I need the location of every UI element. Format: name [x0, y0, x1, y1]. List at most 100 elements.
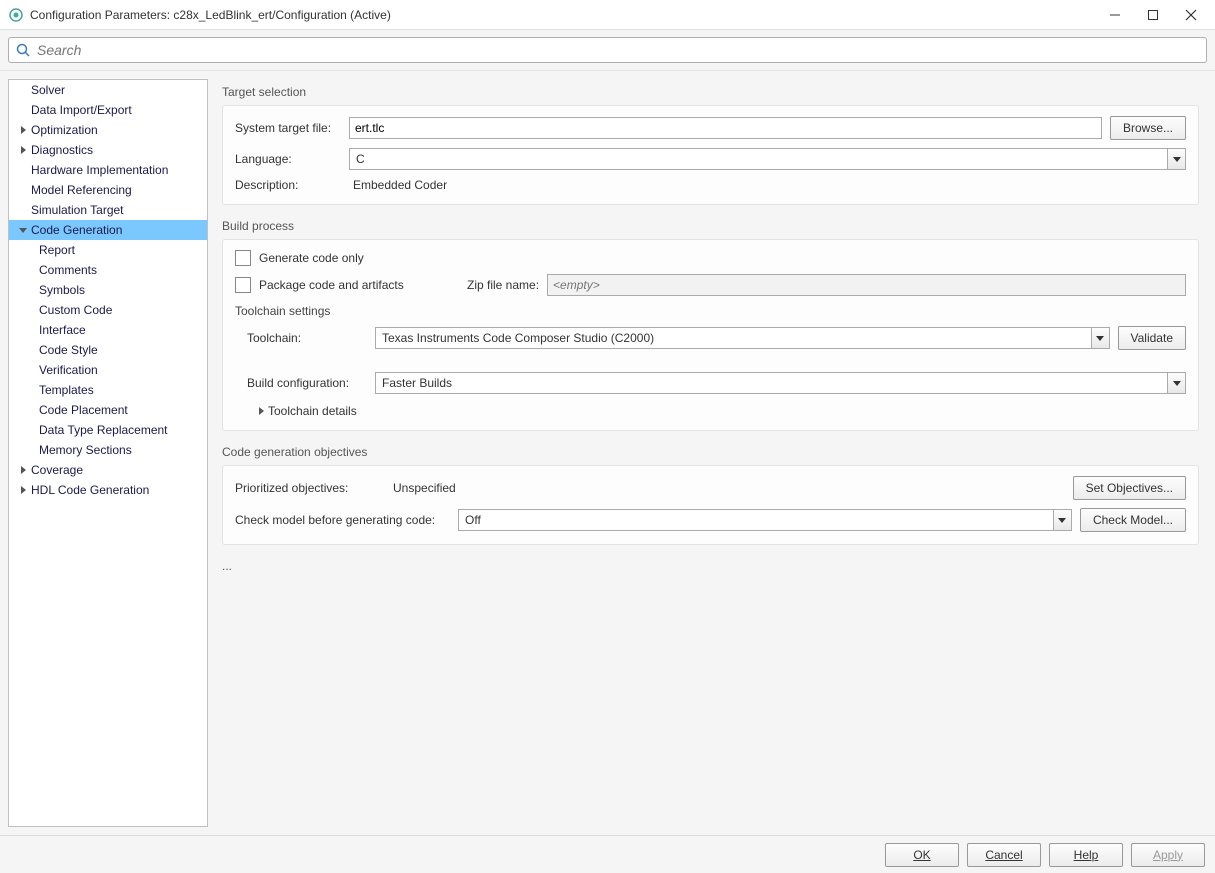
tree-item-label: Code Style: [39, 343, 98, 357]
tree-item-label: Templates: [39, 383, 94, 397]
tree-item-model-referencing[interactable]: Model Referencing: [9, 180, 207, 200]
prioritized-objectives-label: Prioritized objectives:: [235, 481, 385, 495]
prioritized-objectives-value: Unspecified: [393, 481, 1065, 495]
tree-item-hardware-implementation[interactable]: Hardware Implementation: [9, 160, 207, 180]
tree-item-solver[interactable]: Solver: [9, 80, 207, 100]
tree-item-label: Model Referencing: [31, 183, 132, 197]
description-label: Description:: [235, 178, 341, 192]
system-target-file-input[interactable]: [349, 117, 1102, 139]
window-controls: [1105, 5, 1207, 25]
chevron-down-icon: [17, 228, 29, 233]
tree-item-code-style[interactable]: Code Style: [9, 340, 207, 360]
titlebar: Configuration Parameters: c28x_LedBlink_…: [0, 0, 1215, 30]
chevron-right-icon: [259, 407, 264, 415]
tree-item-memory-sections[interactable]: Memory Sections: [9, 440, 207, 460]
close-button[interactable]: [1181, 5, 1201, 25]
search-field-wrap[interactable]: [8, 37, 1207, 63]
tree-item-label: Report: [39, 243, 75, 257]
tree-item-label: Custom Code: [39, 303, 112, 317]
language-select[interactable]: C: [349, 148, 1186, 170]
tree-item-verification[interactable]: Verification: [9, 360, 207, 380]
build-process-title: Build process: [222, 219, 1199, 233]
tree-item-interface[interactable]: Interface: [9, 320, 207, 340]
validate-button[interactable]: Validate: [1118, 326, 1186, 350]
language-value: C: [350, 152, 1167, 166]
search-strip: [0, 30, 1215, 71]
check-model-select[interactable]: Off: [458, 509, 1072, 531]
chevron-right-icon: [17, 486, 29, 494]
toolchain-label: Toolchain:: [247, 331, 367, 345]
tree-item-label: Diagnostics: [31, 143, 93, 157]
window-title: Configuration Parameters: c28x_LedBlink_…: [30, 8, 1105, 22]
package-code-label: Package code and artifacts: [259, 278, 459, 292]
tree-item-label: Comments: [39, 263, 97, 277]
tree-item-optimization[interactable]: Optimization: [9, 120, 207, 140]
dialog-footer: OK Cancel Help Apply: [0, 835, 1215, 873]
tree-item-label: Code Placement: [39, 403, 128, 417]
objectives-group: Prioritized objectives: Unspecified Set …: [222, 465, 1199, 545]
chevron-down-icon: [1167, 149, 1185, 169]
description-value: Embedded Coder: [349, 178, 447, 192]
tree-item-templates[interactable]: Templates: [9, 380, 207, 400]
objectives-title: Code generation objectives: [222, 445, 1199, 459]
minimize-button[interactable]: [1105, 5, 1125, 25]
zip-filename-input: [547, 274, 1186, 296]
app-icon: [8, 7, 24, 23]
build-config-value: Faster Builds: [376, 376, 1167, 390]
chevron-down-icon: [1167, 373, 1185, 393]
apply-button[interactable]: Apply: [1131, 843, 1205, 867]
chevron-right-icon: [17, 126, 29, 134]
tree-item-label: Coverage: [31, 463, 83, 477]
toolchain-value: Texas Instruments Code Composer Studio (…: [376, 331, 1091, 345]
zip-filename-label: Zip file name:: [467, 278, 539, 292]
tree-item-coverage[interactable]: Coverage: [9, 460, 207, 480]
help-button[interactable]: Help: [1049, 843, 1123, 867]
tree-item-label: Code Generation: [31, 223, 122, 237]
tree-item-label: Data Type Replacement: [39, 423, 168, 437]
tree-item-code-generation[interactable]: Code Generation: [9, 220, 207, 240]
tree-item-label: Optimization: [31, 123, 98, 137]
toolchain-select[interactable]: Texas Instruments Code Composer Studio (…: [375, 327, 1110, 349]
target-selection-title: Target selection: [222, 85, 1199, 99]
nav-tree[interactable]: SolverData Import/Export Optimization Diag…: [8, 79, 208, 827]
tree-item-simulation-target[interactable]: Simulation Target: [9, 200, 207, 220]
search-icon: [15, 42, 31, 58]
chevron-down-icon: [1091, 328, 1109, 348]
check-model-button[interactable]: Check Model...: [1080, 508, 1186, 532]
toolchain-settings-title: Toolchain settings: [235, 304, 1186, 318]
more-indicator[interactable]: ...: [222, 559, 1199, 573]
tree-item-data-import-export[interactable]: Data Import/Export: [9, 100, 207, 120]
tree-item-custom-code[interactable]: Custom Code: [9, 300, 207, 320]
toolchain-details-toggle[interactable]: Toolchain details: [247, 404, 1186, 418]
tree-item-label: Symbols: [39, 283, 85, 297]
tree-item-code-placement[interactable]: Code Placement: [9, 400, 207, 420]
target-selection-group: System target file: Browse... Language: …: [222, 105, 1199, 205]
build-process-group: Generate code only Package code and arti…: [222, 239, 1199, 431]
package-code-checkbox[interactable]: [235, 277, 251, 293]
search-input[interactable]: [35, 41, 1200, 59]
tree-item-label: Hardware Implementation: [31, 163, 168, 177]
tree-item-label: Verification: [39, 363, 98, 377]
tree-item-report[interactable]: Report: [9, 240, 207, 260]
tree-item-diagnostics[interactable]: Diagnostics: [9, 140, 207, 160]
toolchain-details-label: Toolchain details: [268, 404, 357, 418]
tree-item-symbols[interactable]: Symbols: [9, 280, 207, 300]
tree-item-label: Interface: [39, 323, 86, 337]
generate-code-only-checkbox[interactable]: [235, 250, 251, 266]
check-model-value: Off: [459, 513, 1053, 527]
language-label: Language:: [235, 152, 341, 166]
cancel-button[interactable]: Cancel: [967, 843, 1041, 867]
content-pane: Target selection System target file: Bro…: [208, 71, 1215, 835]
build-config-label: Build configuration:: [247, 376, 367, 390]
set-objectives-button[interactable]: Set Objectives...: [1073, 476, 1186, 500]
tree-item-label: Simulation Target: [31, 203, 124, 217]
ok-button[interactable]: OK: [885, 843, 959, 867]
maximize-button[interactable]: [1143, 5, 1163, 25]
chevron-right-icon: [17, 466, 29, 474]
tree-item-hdl-code-generation[interactable]: HDL Code Generation: [9, 480, 207, 500]
generate-code-only-label: Generate code only: [259, 251, 364, 265]
tree-item-data-type-replacement[interactable]: Data Type Replacement: [9, 420, 207, 440]
tree-item-comments[interactable]: Comments: [9, 260, 207, 280]
browse-button[interactable]: Browse...: [1110, 116, 1186, 140]
build-config-select[interactable]: Faster Builds: [375, 372, 1186, 394]
